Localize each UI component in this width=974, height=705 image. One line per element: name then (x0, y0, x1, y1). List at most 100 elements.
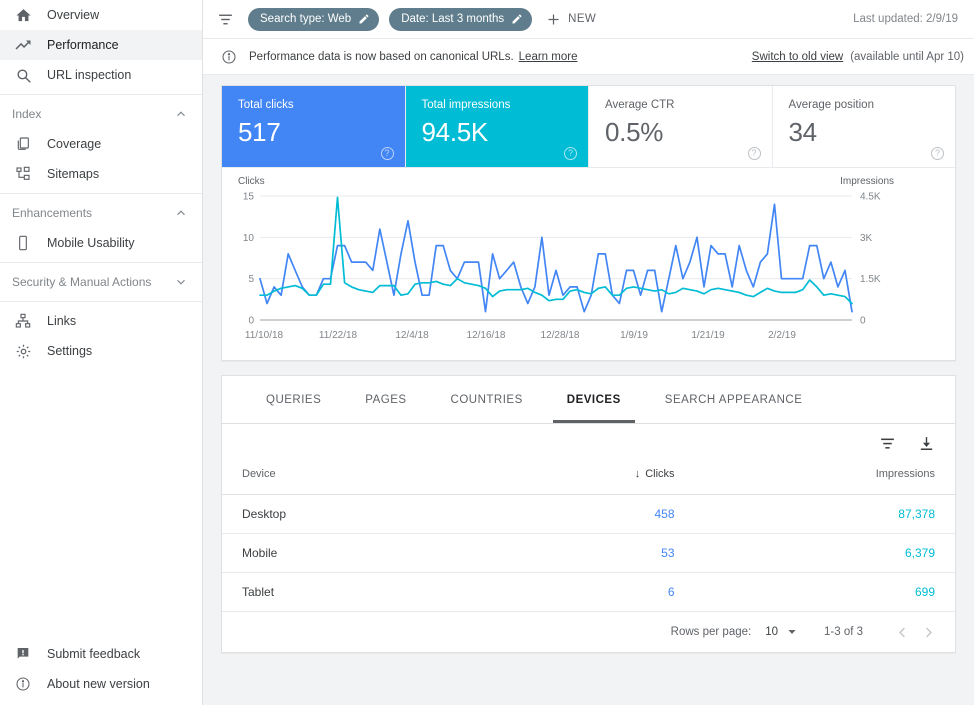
column-header-clicks[interactable]: ↓ Clicks (497, 462, 695, 495)
chip-label: Search type: Web (260, 13, 352, 25)
devices-table: Device ↓ Clicks Impressions Desktop 458 8… (222, 462, 955, 612)
chevron-right-icon[interactable] (915, 619, 941, 645)
sidebar-divider (0, 301, 202, 302)
pencil-icon (358, 13, 370, 25)
chevron-down-icon (174, 275, 188, 289)
sidebar-item-coverage[interactable]: Coverage (0, 129, 202, 159)
table-toolbar (222, 424, 955, 462)
tab-countries[interactable]: COUNTRIES (429, 376, 545, 423)
cell-clicks: 53 (497, 533, 695, 573)
svg-text:4.5K: 4.5K (860, 192, 881, 203)
banner-learn-more-link[interactable]: Learn more (519, 51, 578, 63)
sidebar-item-links[interactable]: Links (0, 306, 202, 336)
canonical-urls-banner: Performance data is now based on canonic… (203, 38, 974, 75)
help-icon[interactable]: ? (564, 147, 577, 160)
chip-label: Date: Last 3 months (401, 13, 505, 25)
feedback-icon (12, 643, 34, 665)
help-icon[interactable]: ? (931, 147, 944, 160)
sort-arrow-down-icon: ↓ (634, 468, 641, 480)
sidebar-item-sitemaps[interactable]: Sitemaps (0, 159, 202, 189)
svg-text:3K: 3K (860, 233, 873, 244)
sidebar-divider (0, 262, 202, 263)
sitemap-icon (12, 163, 34, 185)
search-icon (12, 64, 34, 86)
info-icon (12, 673, 34, 695)
tab-devices[interactable]: DEVICES (545, 376, 643, 423)
metric-card-total-clicks[interactable]: Total clicks 517 ? (222, 86, 406, 167)
sidebar-item-url-inspection[interactable]: URL inspection (0, 60, 202, 90)
sidebar-item-label: Settings (47, 344, 93, 358)
pencil-icon (511, 13, 523, 25)
svg-text:Clicks: Clicks (238, 176, 265, 187)
sidebar-enhancements-group: Enhancements Mobile Usability (0, 198, 202, 258)
table-row[interactable]: Desktop 458 87,378 (222, 494, 955, 534)
metric-label: Total impressions (421, 99, 511, 111)
cell-impressions: 6,379 (694, 533, 955, 573)
metric-cards: Total clicks 517 ? Total impressions 94.… (222, 86, 955, 168)
svg-text:0: 0 (248, 316, 254, 327)
gear-icon (12, 340, 34, 362)
tab-label: COUNTRIES (450, 393, 523, 406)
filter-icon[interactable] (217, 11, 234, 28)
metric-card-total-impressions[interactable]: Total impressions 94.5K ? (405, 86, 589, 167)
metric-label: Total clicks (238, 99, 294, 111)
column-header-impressions[interactable]: Impressions (694, 462, 955, 495)
sidebar-item-label: URL inspection (47, 68, 132, 82)
sidebar-section-label: Security & Manual Actions (12, 275, 152, 289)
sidebar-section-security[interactable]: Security & Manual Actions (0, 267, 202, 297)
sidebar-section-label: Enhancements (12, 206, 93, 220)
links-icon (12, 310, 34, 332)
svg-text:2/2/19: 2/2/19 (768, 330, 796, 341)
help-icon[interactable]: ? (380, 147, 394, 160)
table-row[interactable]: Mobile 53 6,379 (222, 533, 955, 573)
metric-value: 517 (238, 117, 281, 147)
table-row[interactable]: Tablet 6 699 (222, 572, 955, 612)
svg-text:1/21/19: 1/21/19 (691, 330, 725, 341)
banner-availability-note: (available until Apr 10) (850, 50, 964, 63)
filter-icon[interactable] (879, 435, 896, 452)
tab-queries[interactable]: QUERIES (244, 376, 343, 423)
chevron-down-icon[interactable] (786, 626, 798, 638)
sidebar-index-group: Index Coverage Sitemaps (0, 99, 202, 189)
rows-per-page-value[interactable]: 10 (765, 626, 778, 638)
sidebar-item-submit-feedback[interactable]: Submit feedback (0, 639, 202, 669)
banner-right-group: Switch to old view (available until Apr … (752, 51, 964, 63)
chip-date-range[interactable]: Date: Last 3 months (389, 7, 533, 31)
sidebar-section-enhancements[interactable]: Enhancements (0, 198, 202, 228)
chevron-up-icon (174, 206, 188, 220)
download-icon[interactable] (918, 435, 935, 452)
sidebar-section-index[interactable]: Index (0, 99, 202, 129)
sidebar-item-about-new-version[interactable]: About new version (0, 669, 202, 699)
sidebar-item-label: Performance (47, 38, 119, 52)
tab-label: DEVICES (566, 393, 621, 406)
chip-search-type[interactable]: Search type: Web (248, 7, 380, 31)
filter-toolbar: Search type: Web Date: Last 3 months NEW… (203, 0, 974, 38)
metric-card-average-ctr[interactable]: Average CTR 0.5% ? (589, 86, 773, 167)
sidebar-item-performance[interactable]: Performance (0, 30, 202, 60)
svg-text:11/10/18: 11/10/18 (245, 330, 284, 341)
switch-to-old-view-link[interactable]: Switch to old view (752, 51, 843, 63)
dimension-table-card: QUERIES PAGES COUNTRIES DEVICES SEARCH A… (221, 375, 956, 653)
new-filter-button[interactable]: NEW (546, 12, 596, 27)
column-label: Clicks (645, 468, 675, 480)
sidebar-item-label: Coverage (47, 137, 102, 151)
tab-search-appearance[interactable]: SEARCH APPEARANCE (643, 376, 825, 423)
sidebar-item-overview[interactable]: Overview (0, 0, 202, 30)
tab-pages[interactable]: PAGES (343, 376, 428, 423)
plus-icon (546, 12, 561, 27)
help-icon[interactable]: ? (747, 147, 761, 160)
tab-label: PAGES (365, 393, 407, 406)
metric-card-average-position[interactable]: Average position 34 ? (773, 86, 956, 167)
banner-message: Performance data is now based on canonic… (249, 50, 514, 63)
sidebar-item-settings[interactable]: Settings (0, 336, 202, 366)
sidebar-security-group: Security & Manual Actions (0, 267, 202, 297)
chevron-left-icon[interactable] (889, 619, 915, 645)
table-header-row: Device ↓ Clicks Impressions (222, 462, 955, 495)
sidebar-tools-group: Links Settings (0, 306, 202, 366)
sidebar-footer-group: Submit feedback About new version (0, 639, 202, 705)
svg-text:10: 10 (243, 233, 255, 244)
cell-impressions: 699 (694, 572, 955, 612)
trending-up-icon (12, 34, 34, 56)
sidebar-item-mobile-usability[interactable]: Mobile Usability (0, 228, 202, 258)
column-header-device[interactable]: Device (222, 462, 498, 495)
